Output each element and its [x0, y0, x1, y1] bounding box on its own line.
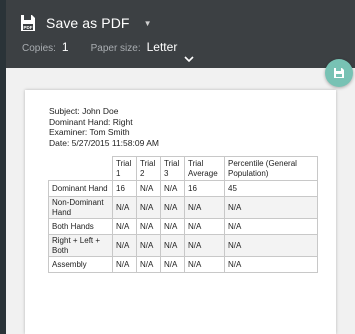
table-cell: N/A — [184, 234, 225, 257]
table-cell: N/A — [224, 218, 318, 235]
table-header-cell: Trial 2 — [136, 156, 161, 181]
table-cell: 45 — [224, 180, 318, 197]
table-header-cell: Trial Average — [184, 156, 225, 181]
copies-value[interactable]: 1 — [62, 40, 69, 54]
table-cell: N/A — [136, 256, 161, 273]
table-cell: Right + Left + Both — [48, 234, 113, 257]
svg-text:PDF: PDF — [24, 25, 33, 30]
table-cell: N/A — [160, 196, 185, 219]
report-header: Subject: John Doe Dominant Hand: Right E… — [49, 106, 159, 148]
table-cell: N/A — [160, 256, 185, 273]
caret-down-icon[interactable]: ▼ — [144, 19, 152, 28]
table-cell: N/A — [136, 196, 161, 219]
print-preview-page: Subject: John Doe Dominant Hand: Right E… — [25, 90, 336, 334]
table-row: Non-Dominant Hand N/A N/A N/A N/A N/A — [48, 196, 318, 219]
table-cell: N/A — [184, 256, 225, 273]
table-cell: Non-Dominant Hand — [48, 196, 113, 219]
print-toolbar: PDF Save as PDF ▼ Copies: 1 Paper size: … — [6, 0, 355, 68]
table-header-cell: Trial 3 — [160, 156, 185, 181]
table-cell: N/A — [224, 256, 318, 273]
table-header-cell: Trial 1 — [112, 156, 137, 181]
date-line: Date: 5/27/2015 11:58:09 AM — [49, 137, 159, 148]
table-cell: N/A — [160, 234, 185, 257]
table-row: Right + Left + Both N/A N/A N/A N/A N/A — [48, 234, 318, 257]
destination-selector[interactable]: PDF Save as PDF ▼ — [20, 12, 152, 34]
save-icon — [333, 67, 345, 79]
table-row: Dominant Hand 16 N/A N/A 16 45 — [48, 180, 318, 197]
table-cell: N/A — [112, 234, 137, 257]
table-cell: Both Hands — [48, 218, 113, 235]
table-cell: N/A — [224, 196, 318, 219]
table-cell: N/A — [112, 196, 137, 219]
save-button[interactable] — [325, 59, 353, 87]
subject-line: Subject: John Doe — [49, 106, 119, 116]
table-cell: 16 — [112, 180, 137, 197]
table-cell: Dominant Hand — [48, 180, 113, 197]
table-header-cell: Percentile (General Population) — [224, 156, 318, 181]
table-header-row: Trial 1 Trial 2 Trial 3 Trial Average Pe… — [48, 156, 318, 181]
pdf-save-icon: PDF — [20, 14, 36, 32]
paper-size-value[interactable]: Letter — [147, 40, 178, 54]
copies-label: Copies: — [22, 43, 56, 54]
table-cell: Assembly — [48, 256, 113, 273]
table-cell: N/A — [160, 218, 185, 235]
examiner-line: Examiner: Tom Smith — [49, 127, 130, 137]
table-cell: N/A — [184, 218, 225, 235]
paper-size-label: Paper size: — [90, 43, 141, 54]
table-cell: 16 — [184, 180, 225, 197]
table-cell: N/A — [136, 234, 161, 257]
print-options: Copies: 1 Paper size: Letter — [22, 40, 177, 58]
chevron-down-icon[interactable] — [184, 55, 194, 63]
table-cell: N/A — [224, 234, 318, 257]
table-cell: N/A — [136, 218, 161, 235]
destination-label: Save as PDF — [46, 15, 130, 31]
table-cell: N/A — [160, 180, 185, 197]
table-cell: N/A — [112, 218, 137, 235]
table-cell: N/A — [136, 180, 161, 197]
dominant-hand-line: Dominant Hand: Right — [49, 116, 133, 127]
table-cell: N/A — [184, 196, 225, 219]
results-table: Trial 1 Trial 2 Trial 3 Trial Average Pe… — [48, 156, 318, 273]
table-cell: N/A — [112, 256, 137, 273]
table-header-cell — [48, 156, 113, 181]
table-row: Both Hands N/A N/A N/A N/A N/A — [48, 218, 318, 235]
table-row: Assembly N/A N/A N/A N/A N/A — [48, 256, 318, 273]
